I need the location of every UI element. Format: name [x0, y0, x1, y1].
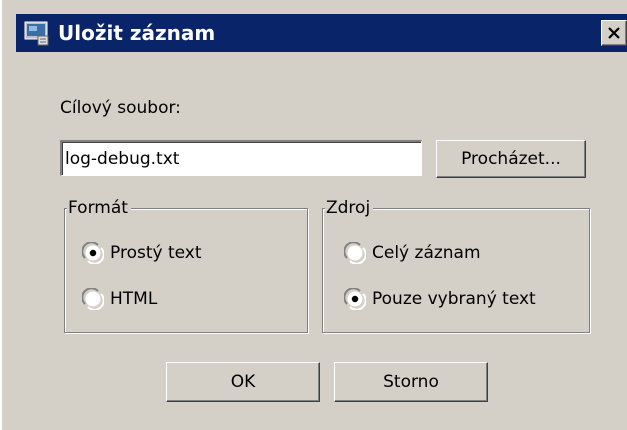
format-option-plain-text[interactable]: Prostý text — [81, 241, 282, 265]
format-option-html[interactable]: HTML — [81, 287, 282, 311]
title-bar[interactable]: Uložit záznam — [16, 14, 627, 52]
source-legend: Zdroj — [325, 197, 374, 219]
format-option-label: Prostý text — [110, 243, 202, 263]
browse-button[interactable]: Procházet... — [436, 140, 586, 178]
source-groupbox: Zdroj Celý záznam Pouze vybraný text — [322, 197, 590, 333]
dialog-title: Uložit záznam — [58, 21, 216, 45]
close-button[interactable] — [601, 20, 627, 46]
cancel-button[interactable]: Storno — [334, 362, 488, 402]
target-file-input[interactable] — [60, 140, 422, 176]
radio-unchecked-icon[interactable] — [81, 287, 105, 311]
source-option-label: Celý záznam — [372, 243, 481, 263]
format-groupbox: Formát Prostý text HTML — [64, 197, 308, 333]
source-option-label: Pouze vybraný text — [372, 289, 536, 309]
save-log-dialog: Uložit záznam Cílový soubor: Procházet..… — [0, 0, 627, 430]
target-file-label: Cílový soubor: — [60, 98, 181, 118]
radio-unchecked-icon[interactable] — [343, 241, 367, 265]
source-option-selected-text[interactable]: Pouze vybraný text — [343, 287, 584, 311]
app-icon — [24, 20, 50, 46]
ok-button[interactable]: OK — [166, 362, 320, 402]
format-option-label: HTML — [110, 289, 158, 309]
source-option-whole-log[interactable]: Celý záznam — [343, 241, 574, 265]
radio-checked-icon[interactable] — [343, 287, 367, 311]
radio-checked-icon[interactable] — [81, 241, 105, 265]
format-legend: Formát — [67, 197, 131, 219]
